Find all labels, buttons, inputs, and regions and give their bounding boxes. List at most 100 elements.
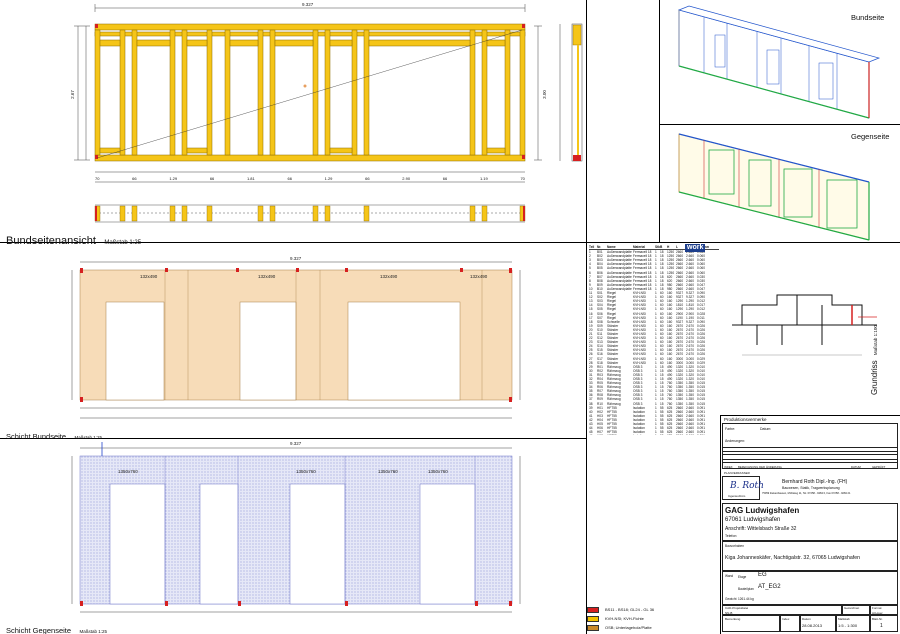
3d-gegenseite-label: Gegenseite (851, 132, 890, 141)
bemerkung-label: Bemerkung (725, 617, 741, 621)
office-name: Bernhard Roth Dipl.-Ing. (FH) (782, 479, 848, 485)
3d-view-gegenseite (678, 133, 870, 241)
part-cell: Isolation (633, 434, 655, 435)
client-name: GAG Ludwigshafen (725, 506, 800, 515)
grundriss-scale: Maßstab 1:100 (873, 325, 878, 356)
legend-label: KVH-NSI; KVH-Fichte (605, 616, 644, 621)
project-name: Kiga Johanneskäfer, Nachtigalstr. 32, 67… (725, 555, 860, 561)
part-col-header: Material (633, 245, 646, 249)
3d-bundseite-label: Bundseite (851, 13, 885, 22)
schicht-bund-opening-label: 132x490 (380, 274, 398, 279)
office-line2: Bauwesen, Statik, Tragwerksplanung (782, 486, 840, 490)
schicht-gegen-total-dim: 9.327 (290, 441, 302, 446)
schicht-bund-opening-label: 132x490 (140, 274, 158, 279)
schicht-gegen-scale-text: Maßstab 1:25 (79, 629, 108, 634)
sheet-divider-vertical-left (586, 0, 587, 634)
dim-chain-item: 1.19 (479, 176, 488, 181)
part-list: Teil Nr. Name Material Stk B H L Länge V… (589, 245, 719, 435)
part-col-header: H (667, 245, 670, 249)
legend-swatch (587, 624, 599, 631)
legend-swatch (587, 615, 599, 622)
dim-chain-item: 1.81 (246, 176, 255, 181)
title-block: Produktionsvermerke Farbe: Datum: Änderu… (720, 415, 900, 634)
change-table-row (722, 451, 898, 455)
office-line3: 75059 Zaisenhausen, Mühlweg 11, Tel. 072… (762, 492, 851, 495)
schicht-gegen-opening-label: 1350x760 (378, 469, 398, 474)
schicht-bund-total-dim: 9.327 (290, 256, 302, 261)
dim-chain-item: 66 (442, 176, 448, 181)
frame-height-left-dim: 2.67 (69, 90, 75, 99)
part-col-header: Teil (589, 245, 595, 249)
remarks-changes: Änderungen: (725, 439, 746, 443)
schicht-gegen-opening-label: 1350x760 (296, 469, 316, 474)
hswork-logo: work (685, 244, 706, 252)
client-address: Anschrift: Wittelsbach Straße 32 (725, 526, 797, 532)
remarks-label: Produktionsvermerke (724, 417, 767, 422)
grundriss-label: Grundriss Maßstab 1:100 (870, 325, 879, 395)
etage-label: Etage (738, 575, 747, 579)
change-col-desc: BEZEICHNUNG DER ÄNDERUNG (738, 465, 782, 469)
grundriss-title: Grundriss (870, 360, 879, 395)
remarks-farbe: Farbe: (725, 427, 736, 431)
schicht-gegenseite-drawing (71, 442, 521, 613)
bauteil-label: Bauteilplan (738, 587, 754, 591)
dim-chain-item: 70 (520, 176, 525, 181)
project-label: Bauvorhaben (725, 544, 744, 548)
part-cell: HFT55 (607, 434, 633, 435)
part-col-header: B (660, 245, 663, 249)
blatt-label: Blatt-Nr. (872, 617, 883, 621)
bauteil-value: AT_EG2 (758, 584, 781, 590)
cad-label: CAD-Projektdatei (725, 606, 749, 610)
part-list-rows: 1 B01 Außenwandplatte Fermacell 18 1 18 1250 26… (589, 250, 719, 435)
gezeichnet-label: Gezeichnet (844, 606, 860, 610)
gewicht-value: 1261.44 kg (738, 597, 754, 601)
remarks-datum: Datum: (760, 427, 772, 431)
frame-total-dim: 9.327 (302, 2, 314, 7)
blatt-value: 1 (880, 623, 883, 629)
gewicht-label: Gewicht (725, 597, 737, 601)
client-city: 67061 Ludwigshafen (725, 517, 781, 523)
part-cell: 2660 (676, 434, 686, 435)
legend-item: BS11 - BS18; GL24 - GL 36 (587, 605, 717, 614)
datum-value: 28.08.2013 (802, 623, 823, 628)
index-label: Index (782, 617, 790, 621)
part-col-header: Name (607, 245, 616, 249)
part-cell: 0.091 (697, 434, 709, 435)
massstab-label: Maßstab (838, 617, 850, 621)
change-col-index: INDEX (724, 465, 733, 469)
legend-label: OSB; Unterlageholz/Platte (605, 625, 652, 630)
bundseiten-frame-drawing (74, 4, 583, 223)
schicht-gegen-title-text: Schicht Gegenseite (6, 626, 72, 634)
part-cell: H08 (597, 434, 607, 435)
etage-value: EG (758, 572, 767, 578)
material-legend: BS11 - BS18; GL24 - GL 36 KVH-NSI; KVH-F… (587, 605, 717, 632)
part-col-header: Nr. (597, 245, 602, 249)
client-phone: Telefon: (725, 534, 738, 538)
part-cell: 2.660 (686, 434, 697, 435)
dim-chain-item: 2.90 (402, 176, 411, 181)
part-list-row: 46H08HFT55Isolation15562526602.6600.091 (589, 434, 719, 435)
signature: B. Roth (730, 481, 764, 491)
change-table-row (722, 459, 898, 463)
part-cell: 55 (660, 434, 667, 435)
part-cell: 625 (667, 434, 676, 435)
schicht-bund-opening-label: 132x490 (258, 274, 276, 279)
dim-chain-item: 1.29 (169, 176, 178, 181)
massstab-value: 1:5 - 1:300 (838, 623, 858, 628)
schicht-bundseite-drawing (71, 261, 521, 419)
dim-chain-item: 66 (132, 176, 137, 181)
legend-item: OSB; Unterlageholz/Platte (587, 623, 717, 632)
planverfasser-label: PLANVERFASSER (724, 471, 750, 475)
legend-label: BS11 - BS18; GL24 - GL 36 (605, 607, 655, 612)
format-label: Format (872, 606, 882, 610)
frame-height-right-dim: 3.00 (541, 90, 547, 99)
schicht-gegen-opening-label: 1350x760 (428, 469, 448, 474)
logo-text: work (687, 244, 704, 251)
schicht-bund-opening-label: 132x490 (470, 274, 488, 279)
legend-swatch (587, 606, 599, 613)
schicht-gegen-opening-label: 1350x760 (118, 469, 138, 474)
dim-chain-item: 66 (365, 176, 370, 181)
schicht-gegen-title: Schicht Gegenseite Maßstab 1:25 (6, 620, 107, 634)
change-col-check: GEPRÜFT (872, 465, 886, 469)
wand-label: Wand (725, 574, 734, 578)
